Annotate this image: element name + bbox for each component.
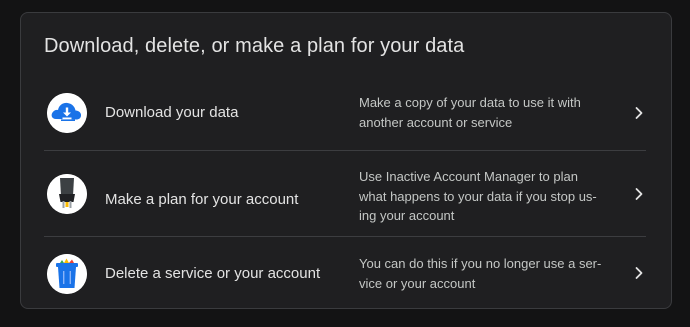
trash-can-icon: [47, 254, 87, 294]
row-label: Delete a service or your account: [105, 265, 321, 282]
description-line: another account or service: [359, 114, 513, 130]
row-description: You can do this if you no longer use a s…: [359, 254, 621, 293]
row-label: Make a plan for your account: [105, 191, 299, 208]
data-options-card: Download, delete, or make a plan for you…: [20, 12, 672, 309]
make-plan-row[interactable]: Make a plan for your account Use Inactiv…: [44, 151, 646, 237]
row-label: Download your data: [105, 104, 239, 121]
chevron-right-icon: [634, 266, 644, 280]
row-description: Make a copy of your data to use it with …: [359, 93, 621, 132]
delete-service-row[interactable]: Delete a service or your account You can…: [44, 237, 646, 309]
description-line: You can do this if you no longer use a s…: [359, 256, 602, 271]
description-line: what happens to your data if you stop us…: [359, 188, 597, 204]
download-data-row[interactable]: Download your data Make a copy of your d…: [44, 75, 646, 151]
description-line: Use Inactive Account Manager to plan: [359, 169, 578, 184]
cloud-download-icon: [47, 93, 87, 133]
row-description: Use Inactive Account Manager to plan wha…: [359, 167, 621, 226]
power-plug-icon: [47, 174, 87, 214]
description-line: Make a copy of your data to use it with: [359, 95, 581, 110]
chevron-right-icon: [634, 106, 644, 120]
section-title: Download, delete, or make a plan for you…: [44, 35, 465, 57]
description-line: vice or your account: [359, 275, 476, 291]
chevron-right-icon: [634, 187, 644, 201]
description-line: ing your account: [359, 208, 455, 223]
